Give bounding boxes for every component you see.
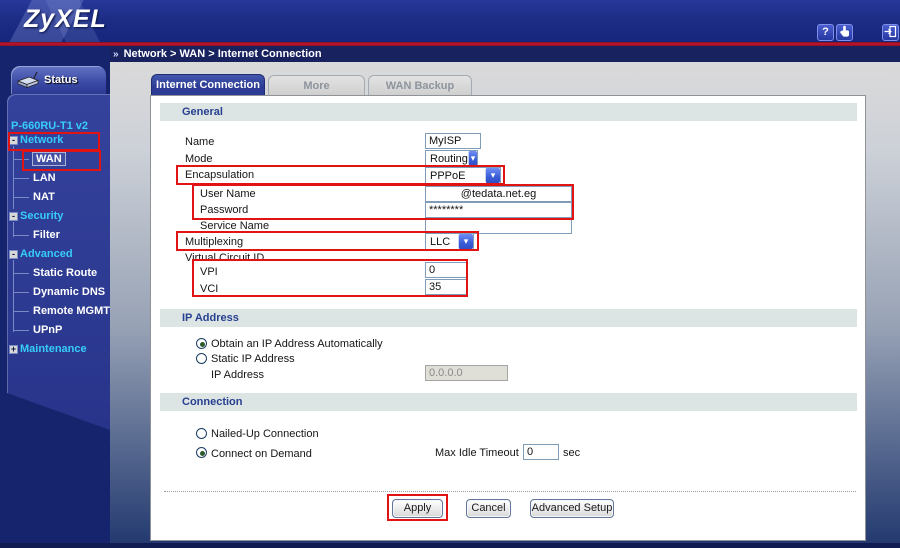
- collapse-icon[interactable]: -: [9, 136, 18, 145]
- service-name-label: Service Name: [200, 220, 270, 232]
- zyxel-logo: ZyXEL: [24, 5, 107, 33]
- ip-address-label: IP Address: [211, 369, 264, 381]
- encapsulation-label: Encapsulation: [185, 169, 255, 181]
- username-label: User Name: [200, 188, 256, 200]
- bottom-bar: [0, 543, 900, 548]
- chevron-down-icon: ▾: [467, 151, 477, 166]
- collapse-icon[interactable]: -: [9, 212, 18, 221]
- advanced-setup-button[interactable]: Advanced Setup: [530, 499, 614, 518]
- encapsulation-select[interactable]: PPPoE ▾: [425, 167, 501, 184]
- tab-internet-connection[interactable]: Internet Connection: [151, 74, 265, 95]
- exit-door-icon: [884, 25, 897, 38]
- sidebar-item-maintenance[interactable]: + Maintenance: [0, 340, 110, 359]
- sidebar-item-security[interactable]: - Security: [0, 207, 110, 226]
- service-name-input[interactable]: [425, 218, 572, 234]
- max-idle-timeout-label: Max Idle Timeout: [435, 447, 519, 459]
- mode-select[interactable]: Routing ▾: [425, 150, 478, 167]
- nailed-up-label: Nailed-Up Connection: [211, 428, 319, 440]
- password-label: Password: [200, 204, 249, 216]
- sidebar-item-dynamic-dns[interactable]: Dynamic DNS: [0, 283, 110, 302]
- router-admin-page: ZyXEL ? » Network > WAN > Internet Connec…: [0, 0, 900, 548]
- obtain-ip-radio[interactable]: [196, 338, 207, 349]
- router-icon: [17, 71, 39, 89]
- sidebar-item-remote-mgmt[interactable]: Remote MGMT: [0, 302, 110, 321]
- divider: [164, 491, 856, 492]
- apply-button[interactable]: Apply: [392, 499, 443, 518]
- expand-icon[interactable]: +: [9, 345, 18, 354]
- help-icon[interactable]: ?: [817, 24, 834, 41]
- sidebar-item-upnp[interactable]: UPnP: [0, 321, 110, 340]
- tab-wan-backup-setup[interactable]: WAN Backup Setup: [368, 75, 472, 112]
- max-idle-timeout-input[interactable]: [523, 444, 559, 460]
- vci-input[interactable]: [425, 279, 467, 295]
- chevron-down-icon: ▾: [485, 168, 500, 183]
- vpi-label: VPI: [200, 266, 218, 278]
- collapse-icon[interactable]: -: [9, 250, 18, 259]
- static-ip-label: Static IP Address: [211, 353, 295, 365]
- virtual-circuit-id-label: Virtual Circuit ID: [185, 252, 265, 264]
- multiplexing-label: Multiplexing: [185, 236, 244, 248]
- username-input[interactable]: [425, 186, 572, 202]
- sidebar-item-static-route[interactable]: Static Route: [0, 264, 110, 283]
- name-input[interactable]: [425, 133, 481, 149]
- connect-on-demand-radio[interactable]: [196, 447, 207, 458]
- password-input[interactable]: [425, 202, 572, 218]
- sidebar-tree: - Network WAN LAN NAT - Security Filter …: [0, 131, 110, 359]
- multiplexing-select[interactable]: LLC ▾: [425, 233, 474, 250]
- sidebar-item-advanced[interactable]: - Advanced: [0, 245, 110, 264]
- wizard-hand-icon[interactable]: [836, 24, 853, 41]
- vci-label: VCI: [200, 283, 219, 295]
- hand-pointer-icon: [840, 25, 849, 37]
- timeout-unit-label: sec: [563, 447, 581, 459]
- mode-label: Mode: [185, 153, 213, 165]
- static-ip-radio[interactable]: [196, 353, 207, 364]
- sidebar-item-lan[interactable]: LAN: [0, 169, 110, 188]
- breadcrumb-arrow-icon: »: [113, 49, 119, 60]
- chevron-down-icon: ▾: [458, 234, 473, 249]
- sidebar-item-filter[interactable]: Filter: [0, 226, 110, 245]
- sidebar-item-nat[interactable]: NAT: [0, 188, 110, 207]
- sidebar-item-network[interactable]: - Network: [0, 131, 110, 150]
- vpi-input[interactable]: [425, 262, 467, 278]
- connect-on-demand-label: Connect on Demand: [211, 448, 312, 460]
- cancel-button[interactable]: Cancel: [466, 499, 511, 518]
- nailed-up-radio[interactable]: [196, 428, 207, 439]
- status-button[interactable]: Status: [11, 66, 106, 94]
- breadcrumb-text: Network > WAN > Internet Connection: [123, 48, 322, 60]
- ip-address-input: [425, 365, 508, 381]
- sidebar-item-wan[interactable]: WAN: [0, 150, 110, 169]
- logout-icon[interactable]: [882, 24, 899, 41]
- section-ip-address: IP Address: [160, 309, 857, 327]
- section-connection: Connection: [160, 393, 857, 411]
- breadcrumb: » Network > WAN > Internet Connection: [105, 46, 900, 62]
- app-header: ZyXEL ?: [0, 0, 900, 42]
- section-general: General: [160, 103, 857, 121]
- name-label: Name: [185, 136, 215, 148]
- obtain-ip-label: Obtain an IP Address Automatically: [211, 338, 383, 350]
- status-label: Status: [44, 74, 78, 86]
- tab-more-connections[interactable]: More Connections: [268, 75, 365, 112]
